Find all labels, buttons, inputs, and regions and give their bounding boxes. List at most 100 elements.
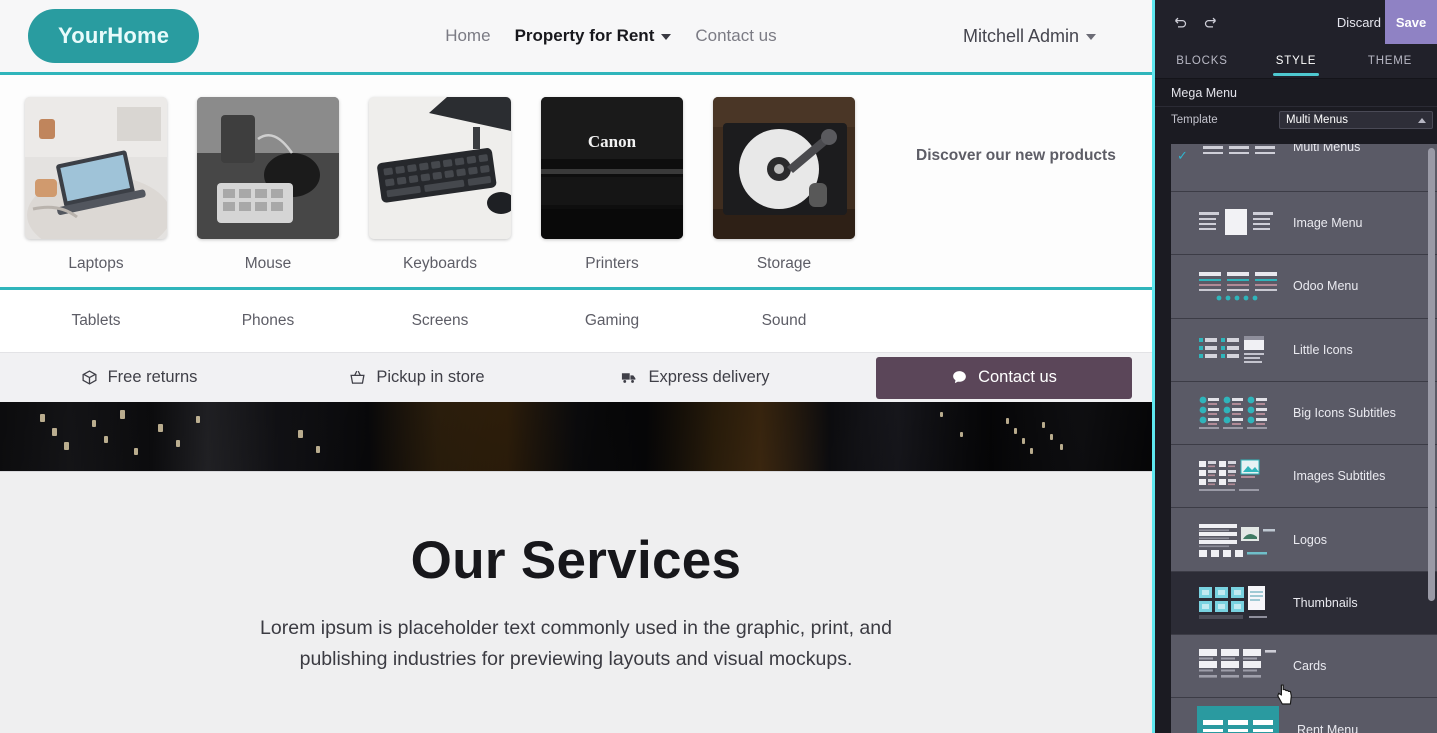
preview-odoo-menu (1197, 266, 1283, 306)
nav-link-contact-us-label: Contact us (695, 26, 777, 45)
dropdown-option-label: Thumbnails (1293, 595, 1358, 610)
contact-us-button-label: Contact us (978, 368, 1057, 386)
category-item-printers[interactable]: Canon Printers (526, 97, 698, 273)
nav-link-home-label: Home (445, 26, 491, 45)
editor-toolbar: Discard Save (1155, 0, 1437, 44)
feature-label: Free returns (107, 368, 198, 386)
hero-image-band (0, 402, 1152, 472)
harddrive-photo (713, 97, 855, 239)
services-body: Lorem ipsum is placeholder text commonly… (260, 617, 892, 670)
category-label: Laptops (68, 255, 124, 272)
subcategory-phones[interactable]: Phones (182, 312, 354, 330)
dropdown-option-label: Little Icons (1293, 342, 1353, 357)
chevron-down-icon (661, 33, 672, 40)
mega-menu-dropdown: Laptops Mouse Keyboards Canon Printers S… (0, 72, 1152, 402)
dropdown-option-label: Image Menu (1293, 216, 1363, 231)
dropdown-scrollbar[interactable] (1428, 148, 1435, 729)
discover-text[interactable]: Discover our new products (916, 147, 1116, 165)
preview-logos (1197, 520, 1283, 560)
nav-link-contact-us[interactable]: Contact us (695, 26, 776, 46)
dropdown-option-label: Logos (1293, 532, 1328, 547)
mouse-photo (197, 97, 339, 239)
dropdown-option-label: Cards (1293, 659, 1327, 674)
preview-multi-menus (1197, 144, 1283, 184)
dropdown-option-little-icons[interactable]: Little Icons (1171, 318, 1437, 382)
mega-menu-features-row: Free returns Pickup in store Express del… (0, 352, 1152, 402)
undo-button[interactable] (1165, 7, 1195, 37)
dropdown-option-image-menu[interactable]: Image Menu (1171, 192, 1437, 256)
website-editor-panel: Discard Save BLOCKS STYLE THEME Mega Men… (1152, 0, 1437, 733)
template-select[interactable]: Multi Menus (1279, 111, 1433, 129)
feature-label: Express delivery (648, 368, 770, 386)
hero-window-lights (0, 402, 1152, 471)
editor-tabs: BLOCKS STYLE THEME (1155, 44, 1437, 79)
dropdown-option-cards[interactable]: Cards (1171, 635, 1437, 699)
mega-menu-subcategories-row: Tablets Phones Screens Gaming Sound (0, 290, 1152, 352)
save-button[interactable]: Save (1385, 0, 1437, 44)
printer-photo: Canon (541, 97, 683, 239)
chevron-up-icon (1418, 118, 1426, 123)
check-icon: ✓ (1177, 148, 1188, 163)
feature-express-delivery[interactable]: Express delivery (556, 368, 834, 387)
feature-free-returns[interactable]: Free returns (0, 368, 278, 387)
comment-icon (953, 371, 966, 384)
contact-us-button[interactable]: Contact us (876, 356, 1132, 399)
dropdown-option-odoo-menu[interactable]: Odoo Menu (1171, 255, 1437, 319)
category-item-keyboards[interactable]: Keyboards (354, 97, 526, 273)
dropdown-option-label: Rent Menu (1297, 722, 1359, 733)
dropdown-option-rent-menu[interactable]: Rent Menu (1171, 698, 1437, 733)
undo-icon (1174, 17, 1186, 27)
svg-text:Canon: Canon (588, 132, 637, 151)
subcategory-sound[interactable]: Sound (698, 312, 870, 330)
template-select-value: Multi Menus (1286, 114, 1348, 126)
basket-icon (350, 370, 366, 384)
preview-rent-menu (1197, 705, 1283, 733)
user-menu-label: Mitchell Admin (962, 25, 1079, 46)
preview-big-icons-subtitles (1197, 393, 1283, 433)
category-item-storage[interactable]: Storage (698, 97, 870, 273)
category-label: Mouse (244, 255, 292, 272)
dropdown-option-multi-menus[interactable]: ✓ Multi Menus (1171, 144, 1437, 192)
website-preview: YourHome Home Property for Rent Contact … (0, 0, 1152, 733)
dropdown-option-images-subtitles[interactable]: Images Subtitles (1171, 445, 1437, 509)
subcategory-gaming[interactable]: Gaming (526, 312, 698, 330)
preview-images-subtitles (1197, 456, 1283, 496)
template-option-label: Template (1171, 114, 1218, 126)
laptop-photo (25, 97, 167, 239)
preview-cards (1197, 646, 1283, 686)
dropdown-option-thumbnails[interactable]: Thumbnails (1171, 571, 1437, 636)
dropdown-option-label: Multi Menus (1293, 144, 1361, 154)
tab-theme[interactable]: THEME (1343, 44, 1437, 78)
preview-thumbnails (1197, 583, 1283, 623)
template-option-row: Template Multi Menus (1155, 107, 1437, 133)
dropdown-option-label: Images Subtitles (1293, 469, 1386, 484)
section-title-mega-menu: Mega Menu (1155, 79, 1437, 107)
brand-logo[interactable]: YourHome (28, 9, 200, 63)
tab-blocks[interactable]: BLOCKS (1155, 44, 1249, 78)
truck-icon (622, 373, 636, 383)
category-item-mouse[interactable]: Mouse (182, 97, 354, 273)
subcategory-screens[interactable]: Screens (354, 312, 526, 330)
category-label: Printers (585, 255, 639, 272)
dropdown-option-logos[interactable]: Logos (1171, 508, 1437, 572)
dropdown-option-big-icons-subtitles[interactable]: Big Icons Subtitles (1171, 381, 1437, 446)
screen: YourHome Home Property for Rent Contact … (0, 0, 1437, 733)
template-dropdown-list: ✓ Multi Menus Image Menu Odoo Menu Littl… (1171, 144, 1437, 733)
keyboard-photo (369, 97, 511, 239)
nav-link-property-for-rent[interactable]: Property for Rent (515, 26, 672, 46)
category-label: Keyboards (402, 255, 478, 272)
box-icon (82, 370, 97, 385)
feature-pickup-in-store[interactable]: Pickup in store (278, 368, 556, 387)
dropdown-scrollbar-thumb[interactable] (1428, 148, 1435, 602)
dropdown-option-label: Big Icons Subtitles (1293, 406, 1396, 421)
nav-link-property-for-rent-label: Property for Rent (514, 26, 655, 45)
user-menu[interactable]: Mitchell Admin (963, 26, 1096, 47)
services-section: Our Services Lorem ipsum is placeholder … (0, 472, 1152, 733)
category-item-laptops[interactable]: Laptops (10, 97, 182, 273)
subcategory-tablets[interactable]: Tablets (10, 312, 182, 330)
tab-style[interactable]: STYLE (1249, 44, 1343, 78)
mega-menu-categories-row: Laptops Mouse Keyboards Canon Printers S… (0, 75, 1152, 290)
redo-button[interactable] (1195, 7, 1225, 37)
discard-button[interactable]: Discard (1337, 0, 1381, 44)
nav-link-home[interactable]: Home (445, 26, 490, 46)
